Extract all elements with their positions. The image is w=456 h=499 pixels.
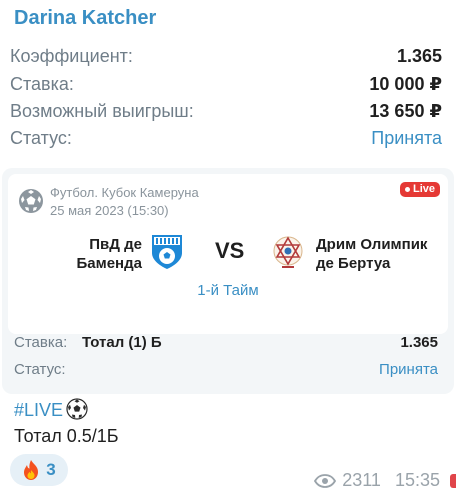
possible-win-value: 13 650 ₽: [369, 101, 442, 121]
scroll-edge-marker: [450, 474, 456, 488]
live-label: Live: [412, 183, 435, 195]
team1-name: ПвД де Баменда: [42, 235, 143, 273]
message-time: 15:35: [394, 470, 440, 490]
message-meta: 2311 15:35: [314, 470, 440, 491]
possible-win-label: Возможный выигрыш:: [10, 101, 194, 121]
card-bet-label: Ставка:: [14, 334, 68, 351]
views-count: 2311: [342, 470, 381, 490]
possible-win-row: Возможный выигрыш: 13 650 ₽: [10, 101, 442, 122]
match-panel: Футбол. Кубок Камеруна 25 мая 2023 (15:3…: [8, 174, 448, 334]
team2-name-line1: Дрим Олимпик: [316, 236, 428, 253]
views-eye-icon: [314, 473, 337, 488]
vs-label: VS: [215, 238, 245, 263]
hashtag-live-link[interactable]: #LIVE: [14, 400, 63, 420]
card-status-label: Статус:: [14, 361, 66, 378]
match-period: 1-й Тайм: [197, 282, 259, 299]
card-status-value: Принята: [379, 361, 438, 378]
status-row: Статус: Принята: [10, 128, 442, 149]
stake-value: 10 000 ₽: [369, 74, 442, 94]
status-value: Принята: [371, 128, 442, 148]
status-label: Статус:: [10, 128, 72, 148]
team2-name: Дрим Олимпик де Бертуа: [316, 235, 454, 273]
soccer-ball-emoji-icon: [66, 398, 88, 420]
league-name: Футбол. Кубок Камеруна: [50, 185, 199, 200]
team1-name-line2: Баменда: [76, 255, 143, 272]
card-bet-row: Ставка: Тотал (1) Б 1.365: [14, 334, 438, 351]
fire-reaction-button[interactable]: 3: [10, 454, 68, 486]
team1-logo-icon: [152, 235, 182, 269]
team1-name-line1: ПвД де: [89, 236, 142, 253]
fire-icon: [24, 460, 39, 480]
coefficient-value: 1.365: [396, 46, 442, 66]
soccer-ball-icon: [19, 189, 43, 213]
hashtag-live-line: #LIVE: [14, 398, 88, 421]
coefficient-row: Коэффициент: 1.365: [10, 46, 442, 67]
coefficient-label: Коэффициент:: [10, 46, 133, 66]
match-date: 25 мая 2023 (15:30): [50, 203, 169, 218]
author-name[interactable]: Darina Katcher: [14, 7, 156, 30]
team2-name-line2: де Бертуа: [316, 255, 391, 272]
stake-label: Ставка:: [10, 74, 74, 94]
total-text: Тотал 0.5/1Б: [14, 426, 119, 446]
card-status-row: Статус: Принята: [14, 361, 438, 378]
live-dot-icon: [404, 186, 410, 192]
stake-row: Ставка: 10 000 ₽: [10, 74, 442, 95]
reaction-count: 3: [46, 460, 56, 479]
card-bet-market: Тотал (1) Б: [82, 334, 162, 351]
live-badge: Live: [399, 182, 440, 197]
bet-card[interactable]: Футбол. Кубок Камеруна 25 мая 2023 (15:3…: [2, 168, 454, 394]
card-bet-odds: 1.365: [400, 334, 438, 351]
team2-logo-icon: [273, 236, 303, 268]
